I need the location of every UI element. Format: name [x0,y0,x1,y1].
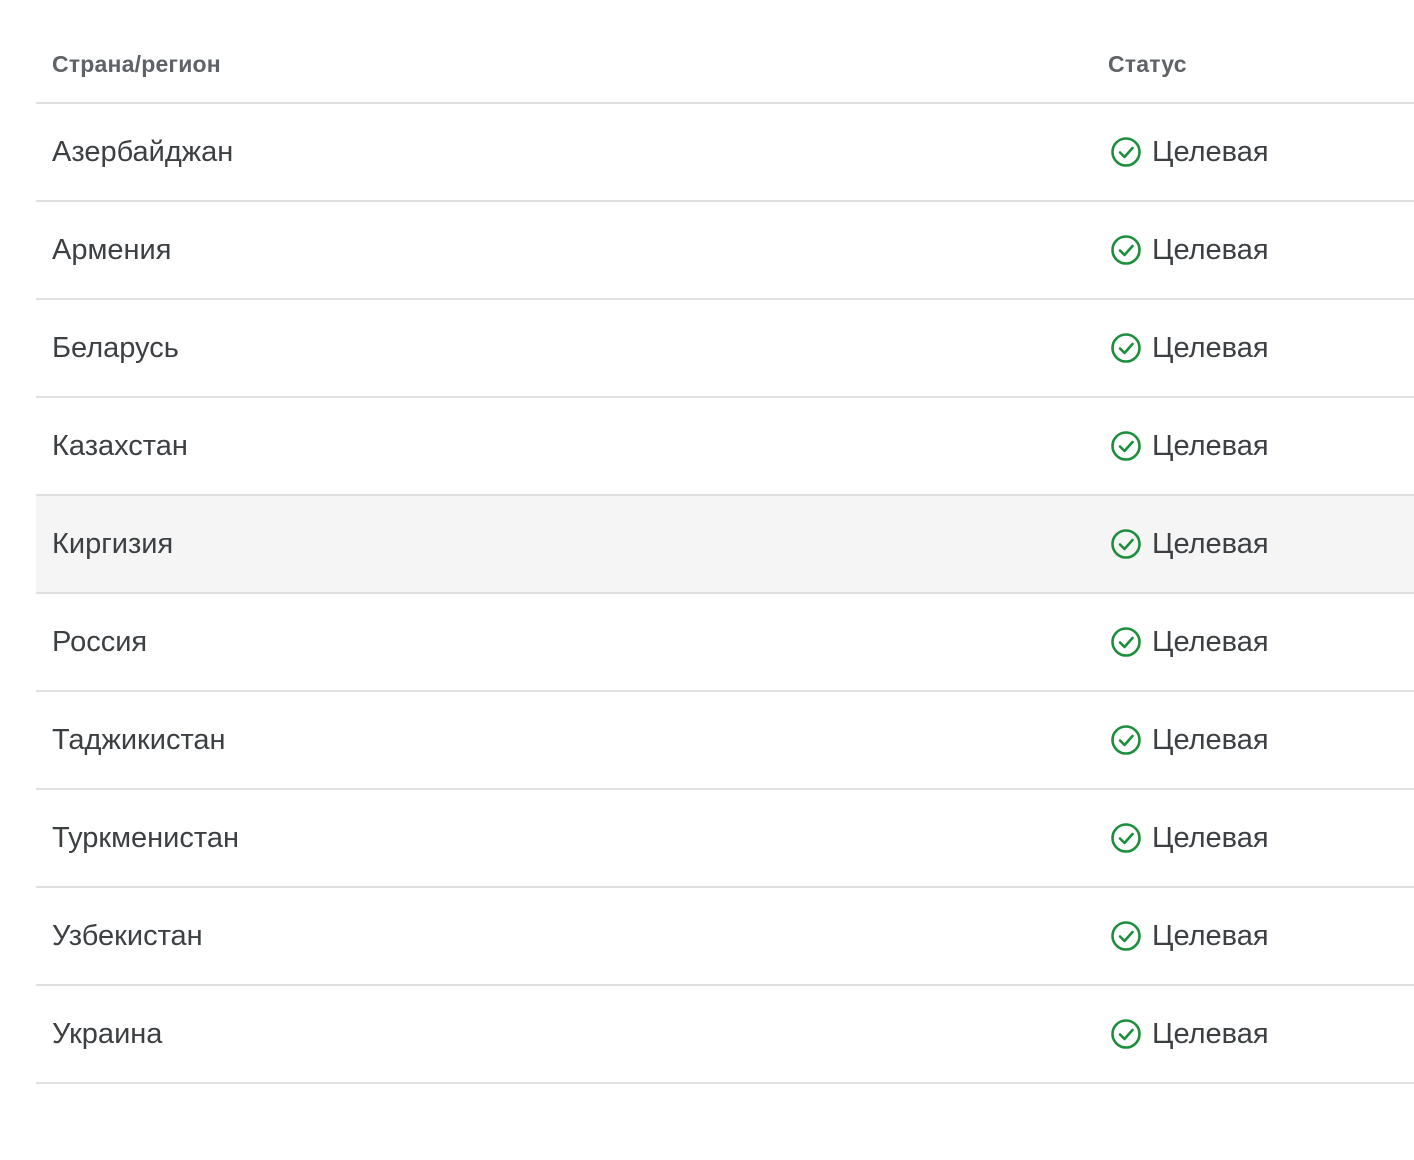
status-label: Целевая [1152,723,1269,756]
column-header-status[interactable]: Статус [1108,51,1414,78]
country-name: Туркменистан [52,821,239,854]
country-name: Узбекистан [52,919,203,952]
country-name: Украина [52,1017,163,1050]
table-row[interactable]: Узбекистан Целевая [36,888,1414,986]
table-row[interactable]: Азербайджан Целевая [36,104,1414,202]
table-row[interactable]: Туркменистан Целевая [36,790,1414,888]
column-header-country[interactable]: Страна/регион [36,51,1108,78]
check-circle-icon [1111,235,1141,265]
status-label: Целевая [1152,135,1269,168]
check-circle-icon [1111,725,1141,755]
status-cell: Целевая [1108,1018,1414,1051]
country-name: Россия [52,625,148,658]
check-circle-icon [1111,333,1141,363]
status-label: Целевая [1152,821,1269,854]
country-name: Армения [52,233,172,266]
status-label: Целевая [1152,233,1269,266]
check-circle-icon [1111,921,1141,951]
table-body: Азербайджан Целевая Армения Целевая Бела… [36,104,1414,1084]
status-cell: Целевая [1108,136,1414,169]
check-circle-icon [1111,823,1141,853]
status-label: Целевая [1152,625,1269,658]
status-cell: Целевая [1108,724,1414,757]
status-cell: Целевая [1108,528,1414,561]
table-row[interactable]: Армения Целевая [36,202,1414,300]
table-row[interactable]: Беларусь Целевая [36,300,1414,398]
status-cell: Целевая [1108,332,1414,365]
status-label: Целевая [1152,527,1269,560]
check-circle-icon [1111,137,1141,167]
check-circle-icon [1111,431,1141,461]
table-header-row: Страна/регион Статус [36,26,1414,104]
country-status-table: Страна/регион Статус Азербайджан Целевая… [36,26,1414,1084]
country-name: Таджикистан [52,723,226,756]
check-circle-icon [1111,1019,1141,1049]
country-name: Беларусь [52,331,179,364]
status-cell: Целевая [1108,430,1414,463]
table-row[interactable]: Таджикистан Целевая [36,692,1414,790]
country-name: Казахстан [52,429,188,462]
status-label: Целевая [1152,331,1269,364]
status-cell: Целевая [1108,626,1414,659]
status-label: Целевая [1152,919,1269,952]
check-circle-icon [1111,529,1141,559]
table-row[interactable]: Украина Целевая [36,986,1414,1084]
table-row[interactable]: Киргизия Целевая [36,496,1414,594]
status-cell: Целевая [1108,822,1414,855]
status-cell: Целевая [1108,234,1414,267]
table-row[interactable]: Россия Целевая [36,594,1414,692]
check-circle-icon [1111,627,1141,657]
country-name: Киргизия [52,527,174,560]
status-label: Целевая [1152,1017,1269,1050]
status-cell: Целевая [1108,920,1414,953]
status-label: Целевая [1152,429,1269,462]
table-row[interactable]: Казахстан Целевая [36,398,1414,496]
country-name: Азербайджан [52,135,234,168]
